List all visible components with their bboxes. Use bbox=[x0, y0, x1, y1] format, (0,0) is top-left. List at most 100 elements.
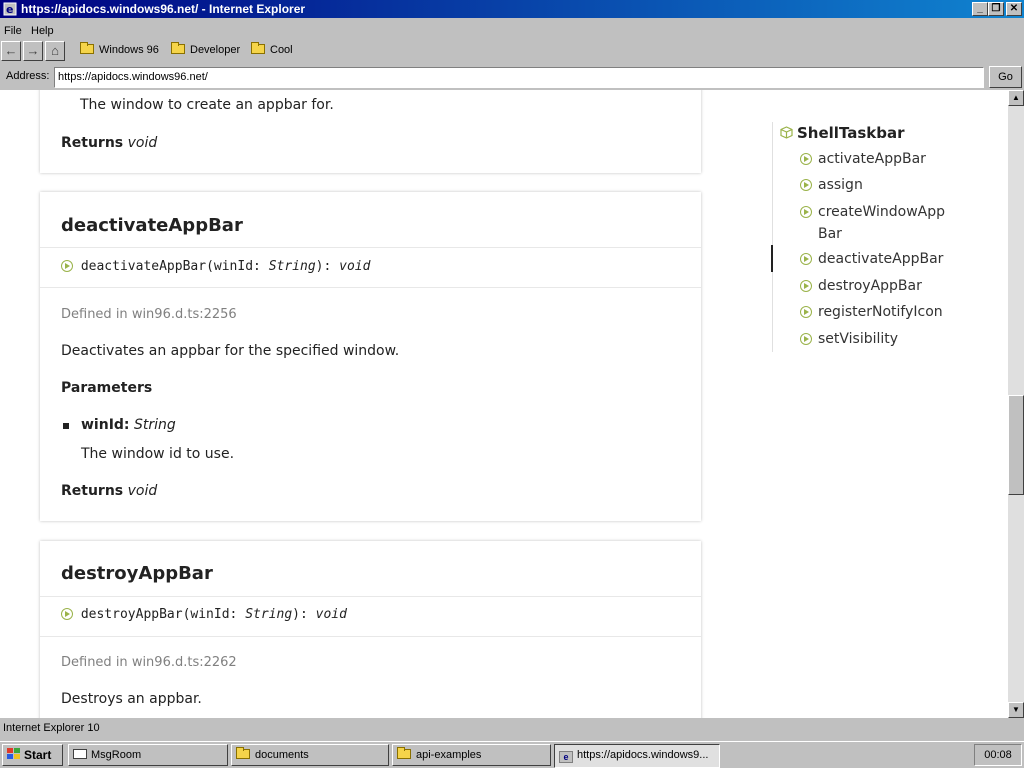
bullet bbox=[63, 423, 69, 429]
minimize-button[interactable]: _ bbox=[972, 2, 988, 16]
menu-file[interactable]: File bbox=[4, 25, 22, 37]
link-developer[interactable]: Developer bbox=[171, 42, 241, 60]
member-description: Deactivates an appbar for the specified … bbox=[61, 343, 400, 359]
go-button[interactable]: Go bbox=[989, 66, 1022, 88]
nav-item-label: deactivateAppBar bbox=[818, 251, 944, 267]
param-item: winId: String bbox=[81, 417, 176, 433]
source-link[interactable]: win96.d.ts:2256 bbox=[132, 307, 237, 322]
sig-params: (winId: bbox=[182, 607, 246, 622]
task-internet-explorer[interactable]: e https://apidocs.windows9... bbox=[554, 744, 720, 768]
link-cool[interactable]: Cool bbox=[251, 42, 293, 60]
method-icon bbox=[800, 333, 812, 345]
cube-icon bbox=[780, 126, 793, 139]
method-icon bbox=[800, 179, 812, 191]
task-api-examples[interactable]: api-examples bbox=[392, 744, 551, 766]
param-description: The window id to use. bbox=[81, 446, 235, 462]
member-card-deactivateappbar: deactivateAppBar deactivateAppBar(winId:… bbox=[40, 192, 701, 521]
back-button[interactable]: ← bbox=[1, 41, 21, 61]
member-description: Destroys an appbar. bbox=[61, 691, 202, 707]
forward-button[interactable]: → bbox=[23, 41, 43, 61]
clock: 00:08 bbox=[974, 744, 1022, 766]
menu-help[interactable]: Help bbox=[31, 25, 54, 37]
returns-label: Returns bbox=[61, 483, 124, 499]
nav-item-label: activateAppBar bbox=[818, 151, 926, 167]
nav-item-createwindowappbar-wrap[interactable]: Bar bbox=[818, 226, 842, 242]
parameters-heading: Parameters bbox=[61, 380, 153, 396]
home-button[interactable]: ⌂ bbox=[45, 41, 65, 61]
sig-type: String bbox=[268, 259, 316, 274]
sig-close: ): bbox=[292, 607, 316, 622]
task-label: MsgRoom bbox=[91, 749, 142, 761]
title-bar[interactable]: e https://apidocs.windows96.net/ - Inter… bbox=[0, 0, 1024, 18]
member-title: deactivateAppBar bbox=[61, 215, 243, 236]
nav-item-label: registerNotifyIcon bbox=[818, 304, 943, 320]
nav-title-label: ShellTaskbar bbox=[797, 124, 905, 142]
task-label: https://apidocs.windows9... bbox=[577, 749, 709, 761]
address-bar: Address: https://apidocs.windows96.net/ … bbox=[0, 64, 1024, 90]
menu-bar: File Help bbox=[0, 22, 1024, 40]
start-button[interactable]: Start bbox=[2, 744, 63, 766]
internet-explorer-icon: e bbox=[3, 2, 17, 16]
source-link[interactable]: win96.d.ts:2262 bbox=[132, 655, 237, 670]
scroll-up-icon[interactable]: ▲ bbox=[1008, 90, 1024, 106]
link-windows96[interactable]: Windows 96 bbox=[80, 42, 159, 60]
page-content: The window to create an appbar for. Retu… bbox=[0, 90, 1008, 718]
divider bbox=[40, 636, 701, 637]
scroll-down-icon[interactable]: ▼ bbox=[1008, 702, 1024, 718]
nav-item-label: destroyAppBar bbox=[818, 278, 922, 294]
method-icon bbox=[800, 280, 812, 292]
defined-prefix: Defined in bbox=[61, 307, 132, 322]
sig-return: void bbox=[339, 259, 371, 274]
internet-explorer-icon: e bbox=[559, 751, 573, 763]
nav-item-assign[interactable]: assign bbox=[800, 177, 863, 193]
folder-icon bbox=[236, 747, 250, 759]
link-label: Developer bbox=[190, 44, 241, 56]
status-bar: Internet Explorer 10 bbox=[0, 718, 1024, 740]
nav-item-createwindowappbar[interactable]: createWindowApp bbox=[800, 204, 945, 220]
method-icon bbox=[800, 206, 812, 218]
returns-type: void bbox=[127, 483, 158, 499]
nav-title[interactable]: ShellTaskbar bbox=[780, 124, 905, 142]
task-label: documents bbox=[255, 749, 309, 761]
address-input[interactable]: https://apidocs.windows96.net/ bbox=[54, 67, 984, 88]
divider bbox=[40, 596, 701, 597]
nav-rail bbox=[772, 122, 773, 352]
chat-icon bbox=[73, 749, 87, 759]
sig-return: void bbox=[315, 607, 347, 622]
param-name: winId: bbox=[81, 417, 130, 433]
sig-name: destroyAppBar bbox=[80, 607, 183, 622]
returns-line: Returns void bbox=[61, 483, 157, 499]
nav-item-registernotifyicon[interactable]: registerNotifyIcon bbox=[800, 304, 943, 320]
sig-close: ): bbox=[315, 259, 340, 274]
returns-type: void bbox=[127, 135, 158, 151]
method-icon bbox=[61, 608, 73, 620]
folder-icon bbox=[397, 747, 411, 759]
close-button[interactable]: ✕ bbox=[1006, 2, 1022, 16]
nav-item-activateappbar[interactable]: activateAppBar bbox=[800, 151, 926, 167]
nav-item-setvisibility[interactable]: setVisibility bbox=[800, 331, 898, 347]
param-description: The window to create an appbar for. bbox=[80, 97, 334, 113]
defined-in: Defined in win96.d.ts:2262 bbox=[61, 655, 237, 670]
nav-item-destroyappbar[interactable]: destroyAppBar bbox=[800, 278, 922, 294]
method-icon bbox=[800, 253, 812, 265]
link-label: Windows 96 bbox=[99, 44, 159, 56]
task-documents[interactable]: documents bbox=[231, 744, 389, 766]
scroll-thumb[interactable] bbox=[1008, 395, 1024, 495]
status-text: Internet Explorer 10 bbox=[3, 722, 100, 734]
nav-item-deactivateappbar[interactable]: deactivateAppBar bbox=[800, 251, 943, 267]
maximize-button[interactable]: ❐ bbox=[988, 2, 1004, 16]
sig-params: (winId: bbox=[206, 259, 269, 274]
address-label: Address: bbox=[6, 70, 50, 82]
returns-label: Returns bbox=[61, 135, 124, 151]
folder-icon bbox=[171, 42, 185, 54]
member-title: destroyAppBar bbox=[61, 563, 213, 584]
taskbar: Start MsgRoom documents api-examples e ht… bbox=[0, 741, 1024, 768]
divider bbox=[40, 287, 701, 288]
task-msgroom[interactable]: MsgRoom bbox=[68, 744, 228, 766]
defined-in: Defined in win96.d.ts:2256 bbox=[61, 307, 237, 322]
sig-name: deactivateAppBar bbox=[80, 259, 207, 274]
member-card-createwindowappbar: The window to create an appbar for. Retu… bbox=[40, 90, 701, 173]
defined-prefix: Defined in bbox=[61, 655, 132, 670]
divider bbox=[40, 247, 701, 248]
vertical-scrollbar[interactable]: ▲ ▼ bbox=[1008, 90, 1024, 718]
